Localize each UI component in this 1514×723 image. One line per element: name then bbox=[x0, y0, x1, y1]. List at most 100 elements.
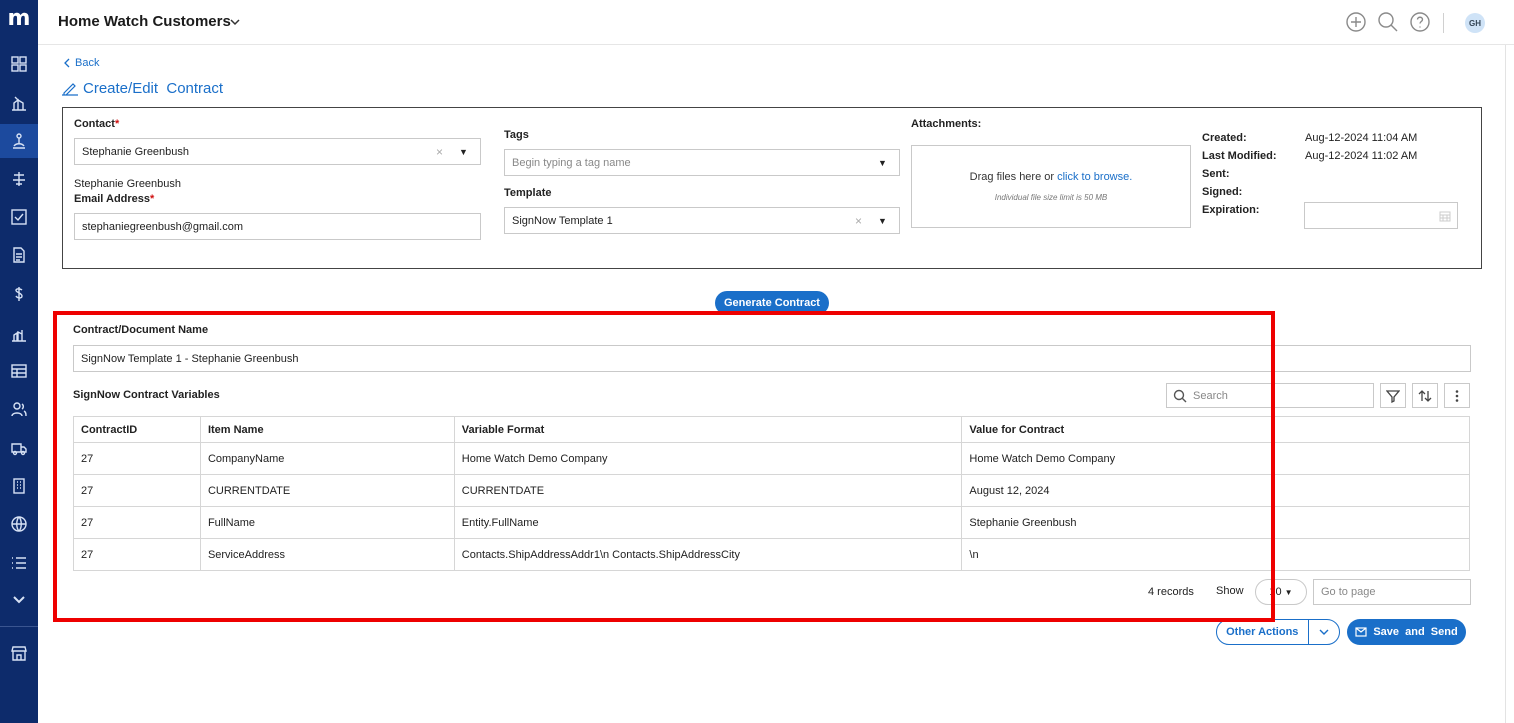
search-button[interactable] bbox=[1377, 11, 1399, 33]
sidebar-item-dashboard[interactable] bbox=[0, 47, 38, 81]
filter-button[interactable] bbox=[1380, 383, 1406, 408]
sent-label: Sent: bbox=[1202, 168, 1230, 180]
sidebar-item-tasks[interactable] bbox=[0, 200, 38, 234]
document-name-input[interactable]: SignNow Template 1 - Stephanie Greenbush bbox=[73, 345, 1471, 372]
clear-icon[interactable]: × bbox=[855, 214, 862, 228]
expiration-date-input[interactable] bbox=[1304, 202, 1458, 229]
search-icon bbox=[1173, 389, 1187, 403]
sidebar-divider bbox=[0, 626, 38, 627]
sidebar-item-schedule[interactable] bbox=[0, 354, 38, 388]
contact-value: Stephanie Greenbush bbox=[82, 145, 190, 158]
back-link[interactable]: Back bbox=[63, 57, 99, 69]
go-to-page-input[interactable]: Go to page bbox=[1313, 579, 1471, 605]
chevron-down-icon[interactable] bbox=[228, 15, 242, 29]
search-input[interactable]: Search bbox=[1166, 383, 1374, 408]
search-placeholder: Search bbox=[1193, 389, 1228, 402]
column-header[interactable]: ContractID bbox=[73, 416, 201, 443]
back-label: Back bbox=[75, 57, 100, 69]
topbar-divider bbox=[1443, 13, 1444, 33]
column-header[interactable]: Item Name bbox=[199, 416, 455, 443]
app-logo[interactable]: m bbox=[0, 6, 38, 31]
buildings-icon bbox=[12, 96, 26, 111]
table-cell[interactable]: \n bbox=[961, 538, 1470, 571]
sidebar-item-lists[interactable] bbox=[0, 546, 38, 580]
page-size-select[interactable]: 10 ▼ bbox=[1255, 579, 1307, 605]
table-row[interactable]: 27 CURRENTDATE CURRENTDATE August 12, 20… bbox=[73, 474, 1470, 507]
sidebar-item-store[interactable] bbox=[0, 636, 38, 670]
caret-down-icon[interactable]: ▼ bbox=[459, 147, 468, 157]
page-size-value: 10 bbox=[1269, 586, 1282, 598]
column-header[interactable]: Variable Format bbox=[453, 416, 963, 443]
email-field[interactable]: stephaniegreenbush@gmail.com bbox=[74, 213, 481, 240]
variables-label: SignNow Contract Variables bbox=[73, 389, 220, 401]
file-size-limit: Individual file size limit is 50 MB bbox=[994, 193, 1108, 202]
chart-buildings-icon bbox=[12, 330, 26, 342]
calendar-icon[interactable] bbox=[1439, 210, 1451, 222]
help-button[interactable] bbox=[1409, 11, 1431, 33]
sidebar-item-team[interactable] bbox=[0, 392, 38, 426]
routes-icon bbox=[13, 172, 25, 186]
page-title-text: Create/Edit Contract bbox=[83, 80, 224, 97]
created-label: Created: bbox=[1202, 132, 1247, 144]
save-and-send-button[interactable]: Save and Send bbox=[1347, 619, 1466, 645]
generate-contract-button[interactable]: Generate Contract bbox=[715, 291, 829, 315]
list-icon bbox=[12, 557, 26, 569]
sidebar-item-billing[interactable] bbox=[0, 277, 38, 311]
attachments-label: Attachments: bbox=[911, 118, 982, 130]
modified-value: Aug-12-2024 11:02 AM bbox=[1305, 150, 1418, 162]
drop-text: Drag files here or bbox=[969, 171, 1055, 183]
app-title[interactable]: Home Watch Customers bbox=[58, 13, 231, 30]
add-button[interactable] bbox=[1345, 11, 1367, 33]
contract-details-panel: Contact* Stephanie Greenbush × ▼ Stephan… bbox=[62, 107, 1482, 269]
more-options-button[interactable] bbox=[1444, 383, 1470, 408]
table-cell: Home Watch Demo Company bbox=[453, 442, 963, 475]
table-row[interactable]: 27 ServiceAddress Contacts.ShipAddressAd… bbox=[73, 538, 1470, 571]
sidebar-item-buildings[interactable] bbox=[0, 469, 38, 503]
clear-icon[interactable]: × bbox=[436, 145, 443, 159]
caret-down-icon[interactable]: ▼ bbox=[878, 216, 887, 226]
sidebar-item-properties[interactable] bbox=[0, 86, 38, 120]
truck-icon bbox=[11, 443, 27, 456]
right-rail bbox=[1505, 45, 1506, 723]
table-cell: 27 bbox=[73, 474, 201, 507]
signed-label: Signed: bbox=[1202, 186, 1243, 198]
tags-input[interactable]: Begin typing a tag name ▼ bbox=[504, 149, 900, 176]
sidebar-item-global[interactable] bbox=[0, 507, 38, 541]
email-value: stephaniegreenbush@gmail.com bbox=[82, 220, 243, 233]
table-cell: CURRENTDATE bbox=[199, 474, 455, 507]
avatar[interactable]: GH bbox=[1465, 13, 1485, 33]
sidebar-item-contracts[interactable] bbox=[0, 124, 38, 158]
chevron-down-icon bbox=[1319, 629, 1329, 635]
other-actions-label[interactable]: Other Actions bbox=[1217, 626, 1308, 638]
file-dropzone[interactable]: Drag files here or click to browse. Indi… bbox=[911, 145, 1191, 228]
table-row[interactable]: 27 CompanyName Home Watch Demo Company H… bbox=[73, 442, 1470, 475]
table-cell[interactable]: August 12, 2024 bbox=[961, 474, 1470, 507]
globe-icon bbox=[11, 516, 27, 532]
record-count: 4 records bbox=[1148, 586, 1194, 598]
table-icon bbox=[11, 364, 27, 378]
table-cell: 27 bbox=[73, 538, 201, 571]
table-cell[interactable]: Stephanie Greenbush bbox=[961, 506, 1470, 539]
sidebar-item-vehicles[interactable] bbox=[0, 431, 38, 465]
expiration-label: Expiration: bbox=[1202, 204, 1260, 216]
sidebar-item-routes[interactable] bbox=[0, 162, 38, 196]
chevron-down-icon bbox=[13, 596, 25, 604]
contact-select[interactable]: Stephanie Greenbush × ▼ bbox=[74, 138, 481, 165]
caret-down-icon: ▼ bbox=[1284, 587, 1293, 597]
column-header[interactable]: Value for Contract bbox=[961, 416, 1470, 443]
email-label: Email Address* bbox=[74, 193, 155, 205]
sidebar-item-documents[interactable] bbox=[0, 238, 38, 272]
browse-link[interactable]: click to browse. bbox=[1057, 171, 1132, 183]
sort-button[interactable] bbox=[1412, 383, 1438, 408]
other-actions-button[interactable]: Other Actions bbox=[1216, 619, 1340, 645]
template-select[interactable]: SignNow Template 1 × ▼ bbox=[504, 207, 900, 234]
table-header-row: ContractID Item Name Variable Format Val… bbox=[73, 416, 1470, 443]
table-cell[interactable]: Home Watch Demo Company bbox=[961, 442, 1470, 475]
sidebar-item-reports[interactable] bbox=[0, 317, 38, 351]
contact-label: Contact* bbox=[74, 118, 120, 130]
table-row[interactable]: 27 FullName Entity.FullName Stephanie Gr… bbox=[73, 506, 1470, 539]
caret-down-icon[interactable]: ▼ bbox=[878, 158, 887, 168]
sidebar-expand-button[interactable] bbox=[0, 583, 38, 617]
table-cell: ServiceAddress bbox=[199, 538, 455, 571]
other-actions-toggle[interactable] bbox=[1309, 628, 1340, 636]
